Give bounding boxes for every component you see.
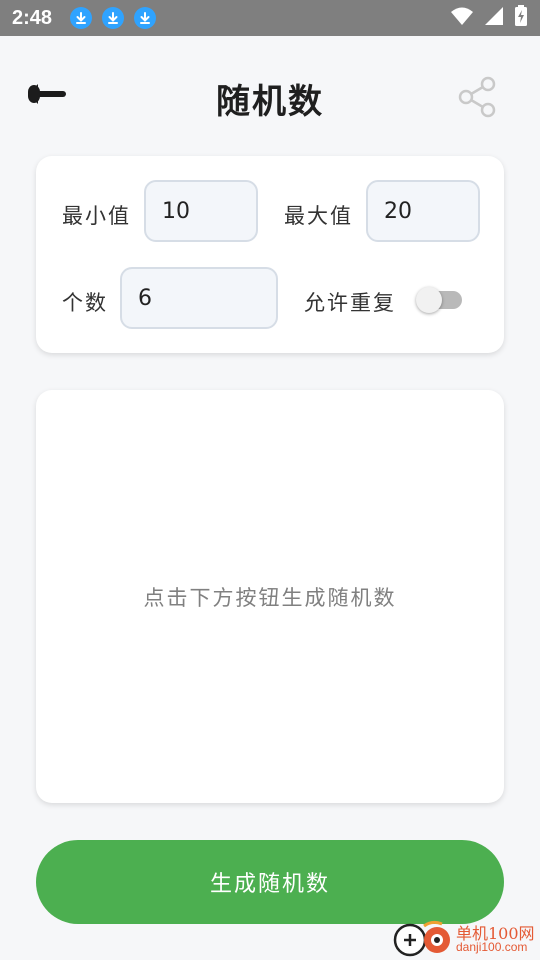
watermark-logo-icon [393, 920, 450, 957]
allow-repeat-toggle[interactable] [416, 287, 462, 313]
app-bar: 随机数 [0, 36, 540, 156]
status-bar: 2:48 [0, 0, 540, 36]
generate-button[interactable]: 生成随机数 [36, 840, 504, 924]
watermark: 单机100网 danji100.com [392, 918, 540, 960]
min-label: 最小值 [62, 204, 131, 228]
battery-charging-icon [514, 5, 528, 31]
download-icon [70, 7, 93, 29]
count-input[interactable] [120, 267, 278, 329]
status-icons [450, 5, 528, 31]
max-label: 最大值 [284, 204, 353, 228]
result-placeholder: 点击下方按钮生成随机数 [143, 586, 397, 610]
wifi-icon [450, 6, 474, 30]
signal-icon [484, 6, 504, 30]
toggle-thumb [416, 287, 442, 313]
allow-repeat-label: 允许重复 [304, 291, 396, 315]
download-icon [102, 7, 125, 29]
count-label: 个数 [62, 291, 108, 315]
share-icon [456, 76, 498, 122]
status-time: 2:48 [12, 6, 53, 29]
settings-card: 最小值 最大值 个数 允许重复 [36, 156, 504, 353]
share-button[interactable] [456, 76, 500, 118]
max-value-input[interactable] [366, 180, 480, 242]
min-value-input[interactable] [144, 180, 258, 242]
result-card: 点击下方按钮生成随机数 [36, 390, 504, 803]
watermark-url: danji100.com [456, 940, 528, 954]
download-icon [134, 7, 157, 29]
